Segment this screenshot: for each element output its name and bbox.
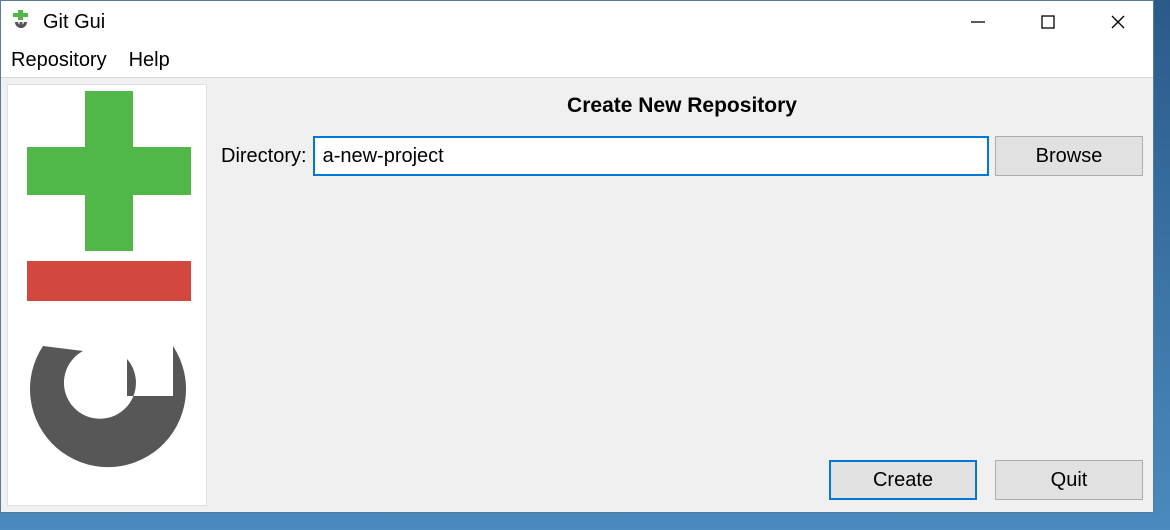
menubar: Repository Help [1, 43, 1153, 77]
browse-button[interactable]: Browse [995, 136, 1143, 176]
title-left: Git Gui [9, 10, 105, 34]
window-title: Git Gui [43, 11, 105, 34]
directory-input[interactable] [313, 136, 989, 176]
directory-label: Directory: [221, 145, 307, 168]
directory-row: Directory: Browse [217, 136, 1147, 176]
maximize-icon [1040, 14, 1056, 30]
logo-panel [7, 84, 207, 506]
minimize-icon [970, 14, 986, 30]
menu-help[interactable]: Help [129, 49, 170, 72]
create-button[interactable]: Create [829, 460, 977, 500]
close-icon [1110, 14, 1126, 30]
minimize-button[interactable] [943, 1, 1013, 43]
window-controls [943, 1, 1153, 43]
quit-button[interactable]: Quit [995, 460, 1143, 500]
main-panel: Create New Repository Directory: Browse … [217, 84, 1147, 506]
git-gui-app-icon [9, 10, 33, 34]
titlebar: Git Gui [1, 1, 1153, 43]
client-area: Create New Repository Directory: Browse … [1, 77, 1153, 512]
bottom-buttons: Create Quit [829, 460, 1143, 500]
git-logo-icon [13, 91, 201, 491]
app-window: Git Gui Repository Help [0, 0, 1154, 513]
menu-repository[interactable]: Repository [11, 49, 107, 72]
page-title: Create New Repository [217, 84, 1147, 136]
close-button[interactable] [1083, 1, 1153, 43]
maximize-button[interactable] [1013, 1, 1083, 43]
